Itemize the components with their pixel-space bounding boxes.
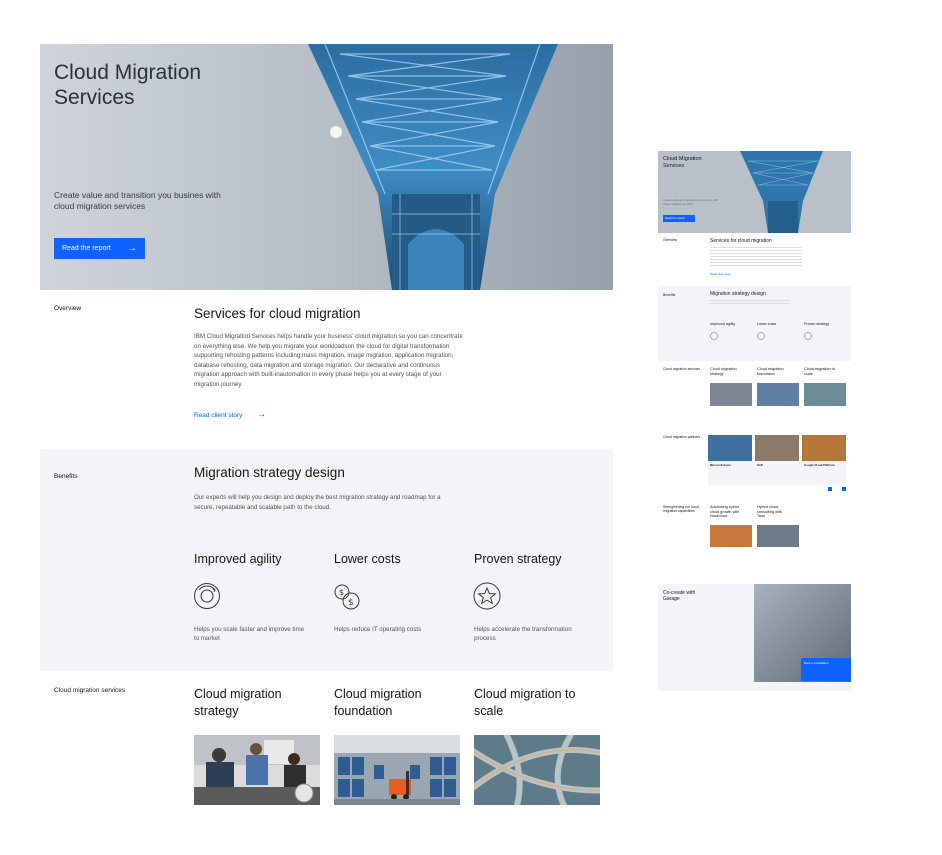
coins-icon: $ $ — [334, 584, 360, 610]
thumb-garage-button[interactable]: Book a consultation — [801, 658, 851, 681]
page-thumbnail[interactable]: Cloud Migration Services Create value an… — [658, 151, 851, 691]
thumb-service-photo-3 — [804, 383, 846, 406]
benefit-title-agility: Improved agility — [194, 552, 282, 566]
thumb-benefit-icons — [710, 332, 812, 340]
benefit-desc-costs: Helps reduce IT operating costs — [334, 626, 422, 633]
thumb-overview-label: Overview — [663, 238, 678, 242]
read-client-story-label: Read client story — [194, 411, 243, 419]
overview-body: IBM Cloud Migration Services helps handl… — [194, 333, 463, 388]
thumb-partner-photo-2 — [755, 435, 799, 461]
thumb-benefit-3: Proven strategy — [804, 322, 830, 326]
warehouse-photo[interactable] — [334, 735, 460, 805]
benefit-desc-strategy: Helps accelerate the transformation proc… — [474, 626, 572, 642]
thumb-service-photo-2 — [757, 383, 799, 406]
thumb-partner-2: SAP — [757, 463, 763, 467]
thumb-service-2: Cloud migration foundation — [757, 367, 784, 376]
thumb-partner-1: Microsoft Azure — [710, 463, 732, 467]
thumb-garage-title: Co-create with Garage — [663, 590, 696, 602]
hero-banner: Cloud Migration Services Create value an… — [40, 44, 613, 290]
benefit-title-costs: Lower costs — [334, 552, 401, 566]
thumb-benefits-heading: Migration strategy design — [710, 291, 766, 297]
benefits-label: Benefits — [54, 473, 78, 480]
page-title: Cloud Migration Services — [54, 61, 202, 109]
services-label: Cloud migration services — [54, 687, 126, 694]
svg-text:$: $ — [339, 588, 344, 597]
thumb-hybrid-photo-2 — [757, 525, 799, 547]
benefit-desc-agility: Helps you scale faster and improve time … — [194, 626, 305, 642]
thumb-pager-next[interactable] — [842, 487, 846, 491]
thumb-partners-label: Cloud migration partners — [663, 435, 701, 439]
thumb-hero-button[interactable]: Read the report — [663, 215, 695, 222]
read-report-label: Read the report — [62, 245, 111, 252]
thumb-benefit-2: Lower costs — [757, 322, 777, 326]
service-title-foundation: Cloud migration foundation — [334, 687, 422, 718]
meeting-photo[interactable] — [194, 735, 320, 805]
arrow-right-icon: → — [127, 242, 137, 254]
thumb-hero-title: Cloud Migration Services — [663, 156, 702, 169]
thumb-pager-prev[interactable] — [828, 487, 832, 491]
read-client-story-link[interactable]: Read client story → — [194, 410, 266, 420]
thumb-services-label: Cloud migration services — [663, 367, 701, 371]
benefits-heading: Migration strategy design — [194, 465, 345, 480]
service-title-strategy: Cloud migration strategy — [194, 687, 282, 718]
read-report-button[interactable]: Read the report → — [54, 238, 145, 259]
thumb-hybrid-2: Hybrid cloud consulting with Taos — [757, 505, 782, 519]
thumb-garage-button-label: Book a consultation — [804, 661, 829, 665]
hero-subtitle: Create value and transition you busines … — [54, 190, 221, 211]
star-badge-icon — [473, 582, 501, 610]
thumb-hero-button-label: Read the report — [665, 216, 685, 220]
thumb-overview-body — [710, 247, 802, 267]
arrow-right-icon: → — [256, 409, 267, 420]
thumb-service-1: Cloud migration strategy — [710, 367, 737, 376]
thumb-partner-3: Google Cloud Platform — [804, 463, 835, 467]
benefit-title-strategy: Proven strategy — [474, 552, 562, 566]
thumb-partner-photo-1 — [708, 435, 752, 461]
service-title-scale: Cloud migration to scale — [474, 687, 576, 718]
thumb-benefit-1: Improved agility — [710, 322, 736, 326]
page-main: Cloud Migration Services Create value an… — [40, 44, 613, 824]
thumb-service-3: Cloud migration to scale — [804, 367, 835, 376]
thumb-partner-photo-3 — [802, 435, 846, 461]
highway-photo[interactable] — [474, 735, 600, 805]
thumb-hybrid-photo-1 — [710, 525, 752, 547]
thumb-benefits-body — [710, 300, 790, 306]
thumb-overview-link[interactable]: Read client story — [710, 272, 731, 276]
thumb-benefits-label: Benefits — [663, 293, 676, 297]
agility-icon — [194, 583, 220, 609]
thumb-service-photo-1 — [710, 383, 752, 406]
thumb-overview-heading: Services for cloud migration — [710, 238, 772, 244]
thumb-hybrid-label: Strengthening our cloud migration capabi… — [663, 505, 700, 513]
overview-heading: Services for cloud migration — [194, 306, 361, 321]
svg-text:$: $ — [348, 598, 354, 608]
thumb-hybrid-1: Advancing hybrid cloud growth with Nordc… — [710, 505, 740, 519]
benefits-body: Our experts will help you design and dep… — [194, 494, 441, 511]
thumb-hero-subtitle: Create value and transition you busines … — [663, 198, 718, 206]
thumb-footer — [658, 682, 851, 691]
overview-label: Overview — [54, 305, 82, 312]
